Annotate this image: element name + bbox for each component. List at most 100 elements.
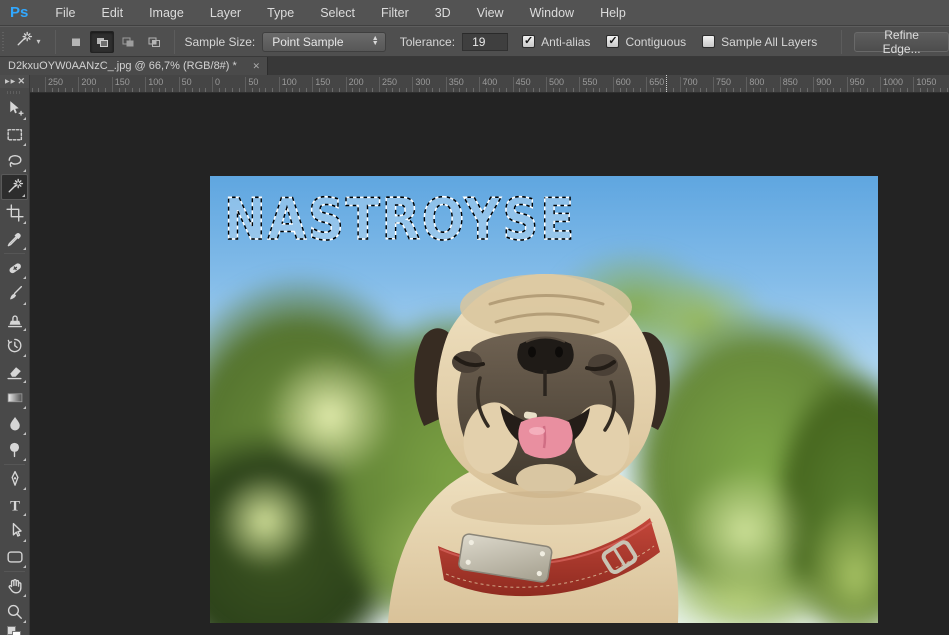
document-tab[interactable]: D2kxuOYW0AANzC_.jpg @ 66,7% (RGB/8#) * ✕ bbox=[0, 57, 268, 75]
ruler-major-tick bbox=[913, 77, 914, 92]
svg-text:T: T bbox=[10, 499, 20, 515]
ruler-minor-tick bbox=[726, 88, 727, 92]
unchecked-checkbox-icon[interactable] bbox=[702, 35, 715, 48]
type-tool[interactable]: T bbox=[1, 492, 28, 518]
ruler-minor-tick bbox=[933, 88, 934, 92]
checkbox-anti-alias[interactable]: ✓Anti-alias bbox=[522, 35, 590, 49]
lasso-tool[interactable] bbox=[1, 148, 28, 174]
color-swatches[interactable] bbox=[7, 626, 22, 635]
ruler-minor-tick bbox=[800, 88, 801, 92]
menu-item-view[interactable]: View bbox=[464, 0, 517, 26]
move-tool[interactable] bbox=[1, 96, 28, 122]
checked-checkbox-icon[interactable]: ✓ bbox=[522, 35, 535, 48]
ruler[interactable]: 2502001501005005010015020025030035040045… bbox=[30, 75, 949, 93]
clone-stamp-tool[interactable] bbox=[1, 307, 28, 333]
ruler-major-tick bbox=[279, 77, 280, 92]
tolerance-input[interactable] bbox=[462, 33, 508, 51]
ruler-major-tick bbox=[412, 77, 413, 92]
brush-tool-icon bbox=[5, 284, 24, 303]
ruler-tick-label: 550 bbox=[582, 77, 597, 87]
shape-tool[interactable] bbox=[1, 544, 28, 570]
crop-tool[interactable] bbox=[1, 200, 28, 226]
menu-item-help[interactable]: Help bbox=[587, 0, 639, 26]
selection-mode-group bbox=[64, 31, 166, 53]
ruler-minor-tick bbox=[159, 88, 160, 92]
ruler-major-tick bbox=[346, 77, 347, 92]
background-color-swatch[interactable] bbox=[12, 631, 21, 635]
ruler-minor-tick bbox=[793, 88, 794, 92]
gradient-tool[interactable] bbox=[1, 385, 28, 411]
checkbox-label: Sample All Layers bbox=[721, 35, 817, 49]
ruler-tick-label: 400 bbox=[482, 77, 497, 87]
ruler-major-tick bbox=[746, 77, 747, 92]
shape-tool-icon bbox=[5, 547, 24, 566]
menu-item-edit[interactable]: Edit bbox=[89, 0, 137, 26]
menu-item-layer[interactable]: Layer bbox=[197, 0, 254, 26]
ruler-major-tick bbox=[379, 77, 380, 92]
tool-list: T bbox=[0, 96, 29, 625]
ruler-minor-tick bbox=[827, 88, 828, 92]
ruler-tick-label: 200 bbox=[81, 77, 96, 87]
ruler-tick-label: 150 bbox=[115, 77, 130, 87]
close-icon[interactable]: ✕ bbox=[17, 76, 25, 87]
eraser-tool[interactable] bbox=[1, 359, 28, 385]
menu-item-image[interactable]: Image bbox=[136, 0, 197, 26]
ruler-minor-tick bbox=[252, 88, 253, 92]
spot-healing-brush-tool[interactable] bbox=[1, 255, 28, 281]
collapse-panel-icon[interactable]: ▶▶ bbox=[5, 78, 16, 85]
sample-size-dropdown[interactable]: Point Sample ▲▼ bbox=[262, 32, 386, 52]
ruler-minor-tick bbox=[760, 88, 761, 92]
ruler-tick-label: 150 bbox=[315, 77, 330, 87]
ruler-minor-tick bbox=[773, 88, 774, 92]
ruler-minor-tick bbox=[620, 88, 621, 92]
zoom-tool[interactable] bbox=[1, 599, 28, 625]
ruler-minor-tick bbox=[139, 88, 140, 92]
panel-grip[interactable] bbox=[7, 89, 22, 95]
add-to-selection-button[interactable] bbox=[90, 31, 114, 53]
menu-item-select[interactable]: Select bbox=[307, 0, 368, 26]
path-selection-tool[interactable] bbox=[1, 518, 28, 544]
ruler-minor-tick bbox=[927, 88, 928, 92]
ruler-minor-tick bbox=[873, 88, 874, 92]
marquee-tool[interactable] bbox=[1, 122, 28, 148]
blur-tool[interactable] bbox=[1, 411, 28, 437]
ruler-tick-label: 50 bbox=[248, 77, 258, 87]
dodge-tool[interactable] bbox=[1, 437, 28, 463]
tool-preset-picker[interactable]: ▾ bbox=[12, 28, 46, 56]
magic-wand-tool[interactable] bbox=[1, 174, 28, 200]
menu-item-filter[interactable]: Filter bbox=[368, 0, 422, 26]
ruler-minor-tick bbox=[947, 88, 948, 92]
document-canvas[interactable]: NASTROYSE NASTROYSE bbox=[210, 176, 878, 623]
ruler-minor-tick bbox=[366, 88, 367, 92]
ruler-tick-label: 250 bbox=[48, 77, 63, 87]
checked-checkbox-icon[interactable]: ✓ bbox=[606, 35, 619, 48]
ruler-minor-tick bbox=[239, 88, 240, 92]
ruler-minor-tick bbox=[105, 88, 106, 92]
menu-item-type[interactable]: Type bbox=[254, 0, 307, 26]
menu-item-file[interactable]: File bbox=[42, 0, 88, 26]
close-icon[interactable]: ✕ bbox=[252, 61, 260, 72]
subtract-from-selection-button[interactable] bbox=[116, 31, 140, 53]
eyedropper-tool[interactable] bbox=[1, 226, 28, 252]
photoshop-window: Ps FileEditImageLayerTypeSelectFilter3DV… bbox=[0, 0, 949, 635]
menu-item-window[interactable]: Window bbox=[517, 0, 587, 26]
marquee-tool-icon bbox=[5, 125, 24, 144]
ruler-minor-tick bbox=[326, 88, 327, 92]
brush-tool[interactable] bbox=[1, 281, 28, 307]
history-brush-tool[interactable] bbox=[1, 333, 28, 359]
checkbox-contiguous[interactable]: ✓Contiguous bbox=[606, 35, 686, 49]
lasso-tool-icon bbox=[5, 151, 24, 170]
ruler-major-tick bbox=[179, 77, 180, 92]
ruler-tick-label: 850 bbox=[783, 77, 798, 87]
options-bar-grip[interactable] bbox=[0, 27, 6, 56]
ruler-minor-tick bbox=[386, 88, 387, 92]
pen-tool[interactable] bbox=[1, 466, 28, 492]
refine-edge-button[interactable]: Refine Edge... bbox=[854, 32, 949, 52]
new-selection-button[interactable] bbox=[64, 31, 88, 53]
ruler-major-tick bbox=[713, 77, 714, 92]
menu-item-3d[interactable]: 3D bbox=[422, 0, 464, 26]
checkbox-sample-all-layers[interactable]: Sample All Layers bbox=[702, 35, 817, 49]
intersect-with-selection-button[interactable] bbox=[142, 31, 166, 53]
text-selection-marching-ants[interactable]: NASTROYSE NASTROYSE bbox=[210, 176, 878, 623]
hand-tool[interactable] bbox=[1, 573, 28, 599]
